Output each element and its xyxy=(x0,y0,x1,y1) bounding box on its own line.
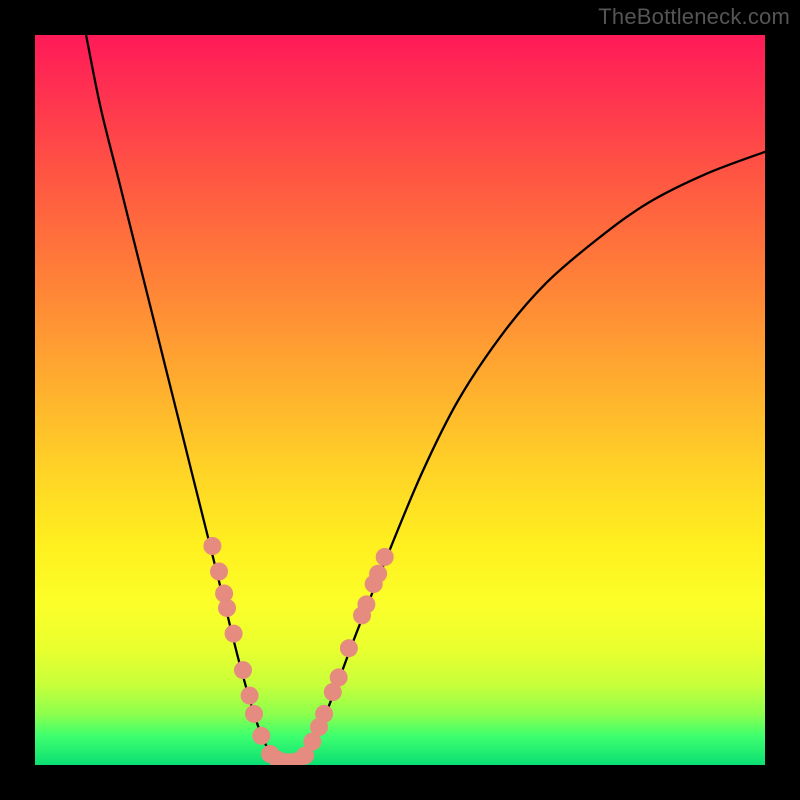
highlight-dot xyxy=(234,661,252,679)
watermark-text: TheBottleneck.com xyxy=(598,4,790,30)
curve-layer xyxy=(35,35,765,765)
highlight-dot xyxy=(340,639,358,657)
highlight-dots xyxy=(203,537,393,765)
highlight-dot xyxy=(330,668,348,686)
plot-area xyxy=(35,35,765,765)
highlight-dot xyxy=(203,537,221,555)
highlight-dot xyxy=(376,548,394,566)
highlight-dot xyxy=(369,565,387,583)
highlight-dot xyxy=(218,599,236,617)
highlight-dot xyxy=(245,705,263,723)
highlight-dot xyxy=(225,625,243,643)
highlight-dot xyxy=(210,563,228,581)
highlight-dot xyxy=(241,687,259,705)
highlight-dot xyxy=(315,705,333,723)
highlight-dot xyxy=(252,727,270,745)
bottleneck-curve xyxy=(86,35,765,763)
chart-frame: TheBottleneck.com xyxy=(0,0,800,800)
highlight-dot xyxy=(357,595,375,613)
